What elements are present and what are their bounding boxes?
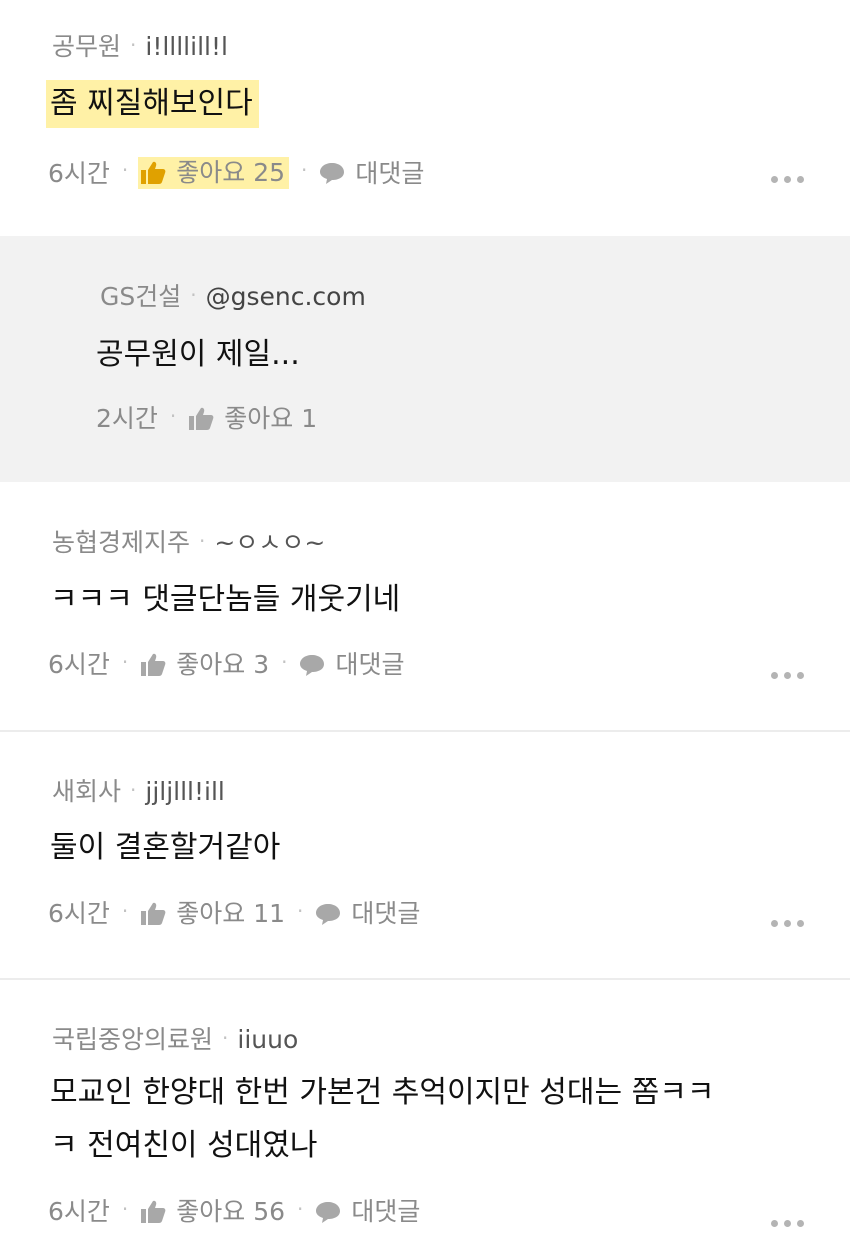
thumbs-up-icon xyxy=(141,902,166,925)
comment-text: 공무원이 제일... xyxy=(96,337,300,372)
reply-button[interactable]: 대댓글 xyxy=(315,1199,420,1224)
author-handle: i!llllill!l xyxy=(145,32,228,61)
comment-text-line-1: 모교인 한양대 한번 가본건 추억이지만 성대는 쫌ㅋㅋ xyxy=(50,1075,715,1110)
speech-bubble-icon xyxy=(316,1201,341,1223)
like-count: 좋아요 3 xyxy=(176,650,270,679)
author-handle: ~ㅇㅅㅇ~ xyxy=(214,528,326,557)
author-handle: @gsenc.com xyxy=(205,282,366,311)
reply-label: 대댓글 xyxy=(335,650,405,679)
reply-label: 대댓글 xyxy=(355,158,425,188)
more-dots-icon[interactable] xyxy=(771,920,804,927)
separator-dot: · xyxy=(121,898,129,923)
like-count: 좋아요 1 xyxy=(224,404,318,433)
separator-dot: · xyxy=(130,33,137,57)
separator-dot: · xyxy=(222,1026,229,1050)
comment-stats: 6시간 · 좋아요 25 · 대댓글 xyxy=(48,157,424,189)
speech-bubble-icon xyxy=(320,163,345,184)
comment-time: 2시간 xyxy=(96,404,158,433)
comment-stats: 2시간 · 좋아요 1 xyxy=(96,403,317,433)
author-name[interactable]: 새회사 xyxy=(52,777,121,806)
separator-dot: · xyxy=(121,1196,129,1221)
reply-label: 대댓글 xyxy=(351,1197,421,1226)
reply-comment-item: GS건설 · @gsenc.com 공무원이 제일... 2시간 · 좋아요 1 xyxy=(0,236,850,482)
comment-meta: 새회사 · jjljlll!ill xyxy=(52,779,225,804)
like-count: 좋아요 25 xyxy=(176,158,286,187)
speech-bubble-icon xyxy=(316,903,341,925)
comment-item: 새회사 · jjljlll!ill 둘이 결혼할거같아 6시간 · 좋아요 11 ·… xyxy=(0,732,850,978)
like-count: 좋아요 11 xyxy=(176,899,286,928)
comment-time: 6시간 xyxy=(48,650,110,679)
comment-meta: 농협경제지주 · ~ㅇㅅㅇ~ xyxy=(52,530,325,555)
reply-button[interactable]: 대댓글 xyxy=(299,650,405,679)
comment-item: 공무원 · i!llllill!l 좀 찌질해보인다 6시간 · 좋아요 25 · … xyxy=(0,0,850,234)
author-name[interactable]: 농협경제지주 xyxy=(52,528,190,557)
reply-button[interactable]: 대댓글 xyxy=(319,161,424,186)
separator-dot: · xyxy=(297,898,304,923)
comment-stats: 6시간 · 좋아요 3 · 대댓글 xyxy=(48,649,405,679)
like-count: 좋아요 56 xyxy=(176,1197,286,1226)
comment-text: 좀 찌질해보인다 xyxy=(46,80,259,128)
comment-time: 6시간 xyxy=(48,899,110,928)
like-button[interactable]: 좋아요 11 xyxy=(140,901,285,926)
comment-meta: 공무원 · i!llllill!l xyxy=(52,34,228,59)
comment-text-line-2: ㅋ 전여친이 성대였나 xyxy=(50,1128,318,1163)
like-button[interactable]: 좋아요 25 xyxy=(138,157,290,189)
separator-dot: · xyxy=(169,403,177,428)
comment-text: 둘이 결혼할거같아 xyxy=(50,830,281,865)
comment-meta: 국립중앙의료원 · iiuuo xyxy=(52,1027,298,1052)
comment-stats: 6시간 · 좋아요 11 · 대댓글 xyxy=(48,898,420,928)
comment-time: 6시간 xyxy=(48,158,110,188)
separator-dot: · xyxy=(190,283,197,307)
comment-stats: 6시간 · 좋아요 56 · 대댓글 xyxy=(48,1196,420,1226)
comment-text: ㅋㅋㅋ 댓글단놈들 개웃기네 xyxy=(50,582,401,617)
separator-dot: · xyxy=(281,649,288,674)
separator-dot: · xyxy=(121,649,129,674)
thumbs-up-icon xyxy=(141,653,166,676)
author-name[interactable]: GS건설 xyxy=(100,282,181,311)
like-button[interactable]: 좋아요 3 xyxy=(140,652,269,677)
separator-dot: · xyxy=(297,1196,304,1221)
speech-bubble-icon xyxy=(300,654,325,676)
author-name[interactable]: 국립중앙의료원 xyxy=(52,1025,213,1054)
separator-dot: · xyxy=(130,778,137,802)
more-dots-icon[interactable] xyxy=(771,176,804,183)
reply-button[interactable]: 대댓글 xyxy=(315,901,420,926)
comment-meta: GS건설 · @gsenc.com xyxy=(100,284,366,309)
comment-item: 농협경제지주 · ~ㅇㅅㅇ~ ㅋㅋㅋ 댓글단놈들 개웃기네 6시간 · 좋아요 3 … xyxy=(0,484,850,730)
thumbs-up-icon xyxy=(189,407,214,430)
more-dots-icon[interactable] xyxy=(771,1220,804,1227)
reply-label: 대댓글 xyxy=(351,899,421,928)
comment-time: 6시간 xyxy=(48,1197,110,1226)
author-name[interactable]: 공무원 xyxy=(52,32,121,61)
comment-item: 국립중앙의료원 · iiuuo 모교인 한양대 한번 가본건 추억이지만 성대는 쫌… xyxy=(0,980,850,1242)
comment-feed: 공무원 · i!llllill!l 좀 찌질해보인다 6시간 · 좋아요 25 · … xyxy=(0,0,850,1242)
like-button[interactable]: 좋아요 1 xyxy=(188,406,317,431)
author-handle: jjljlll!ill xyxy=(145,777,225,806)
thumbs-up-icon xyxy=(141,1200,166,1223)
like-button[interactable]: 좋아요 56 xyxy=(140,1199,285,1224)
more-dots-icon[interactable] xyxy=(771,672,804,679)
thumbs-up-icon xyxy=(141,161,166,184)
author-handle: iiuuo xyxy=(237,1025,299,1054)
separator-dot: · xyxy=(121,158,129,182)
comment-text-highlight: 좀 찌질해보인다 xyxy=(46,80,259,128)
separator-dot: · xyxy=(199,529,206,553)
separator-dot: · xyxy=(301,158,308,182)
